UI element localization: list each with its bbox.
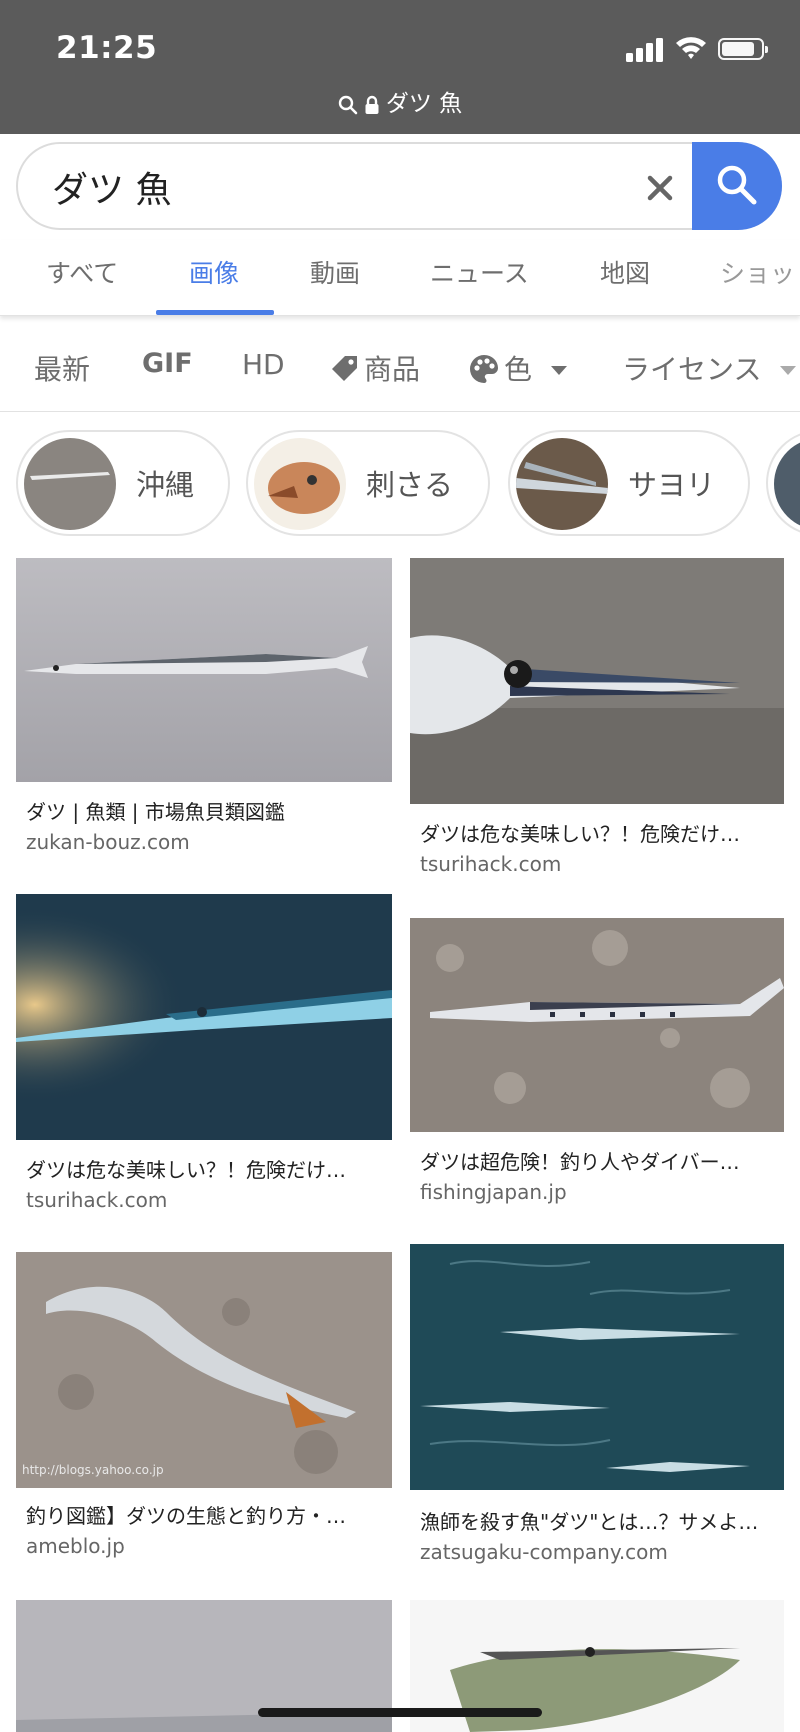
result-image[interactable] xyxy=(16,558,392,782)
chevron-down-icon xyxy=(780,366,797,375)
result-card[interactable]: ダツは超危険！釣り人やダイバー… fishingjapan.jp xyxy=(410,918,784,1210)
tab-news[interactable]: ニュース xyxy=(430,254,529,290)
chip-thumbnail xyxy=(774,438,800,530)
url-bar[interactable]: ダツ 魚 xyxy=(0,84,800,118)
result-domain: tsurihack.com xyxy=(26,1188,168,1212)
result-title[interactable]: ダツは超危険！釣り人やダイバー… xyxy=(420,1146,776,1175)
chip-thumbnail xyxy=(24,438,116,530)
search-box xyxy=(16,142,782,230)
clear-icon[interactable] xyxy=(634,162,686,214)
filter-hd[interactable]: HD xyxy=(242,348,285,381)
svg-text:http://blogs.yahoo.co.jp: http://blogs.yahoo.co.jp xyxy=(22,1463,164,1477)
chip-sayori[interactable]: サヨリ xyxy=(508,430,750,536)
result-title[interactable]: ダツは危な美味しい？！危険だけ… xyxy=(420,818,776,847)
chip-thumbnail xyxy=(254,438,346,530)
result-card[interactable]: ダツ | 魚類 | 市場魚貝類図鑑 zukan-bouz.com xyxy=(16,558,392,858)
chip-stab[interactable]: 刺さる xyxy=(246,430,490,536)
chip-label: 刺さる xyxy=(366,468,454,502)
filter-bar: 最新 GIF HD 商品 色 ライセンス xyxy=(0,322,800,412)
result-image[interactable] xyxy=(16,894,392,1140)
result-domain: fishingjapan.jp xyxy=(420,1180,567,1204)
battery-level xyxy=(722,42,754,56)
tag-icon xyxy=(332,356,357,381)
battery-icon xyxy=(718,38,768,60)
url-text: ダツ 魚 xyxy=(385,91,463,117)
result-card[interactable]: http://blogs.yahoo.co.jp 釣り図鑑】ダツの生態と釣り方・… xyxy=(16,1252,392,1558)
tab-shopping[interactable]: ショッ xyxy=(720,254,795,290)
chip-thumbnail xyxy=(516,438,608,530)
filter-license-label: ライセンス xyxy=(622,353,762,386)
result-domain: tsurihack.com xyxy=(420,852,562,876)
home-indicator[interactable] xyxy=(258,1708,542,1717)
filter-color-label: 色 xyxy=(504,353,533,386)
result-image[interactable] xyxy=(410,918,784,1132)
result-card[interactable]: 漁師を殺す魚"ダツ"とは…？サメよ… zatsugaku-company.com xyxy=(410,1244,784,1564)
filter-latest[interactable]: 最新 xyxy=(34,348,90,388)
chip-label: 沖縄 xyxy=(136,468,195,502)
chevron-down-icon xyxy=(550,366,567,375)
search-icon xyxy=(338,95,358,114)
result-domain: zatsugaku-company.com xyxy=(420,1540,668,1564)
tab-videos[interactable]: 動画 xyxy=(310,254,360,290)
status-bar: 21:25 ダツ 魚 xyxy=(0,0,800,134)
result-domain: ameblo.jp xyxy=(26,1534,125,1558)
wifi-icon xyxy=(676,37,706,59)
result-title[interactable]: 釣り図鑑】ダツの生態と釣り方・… xyxy=(26,1500,386,1529)
lock-icon xyxy=(365,95,379,114)
filter-color[interactable]: 色 xyxy=(468,348,567,388)
search-tabs: すべて 画像 動画 ニュース 地図 ショッ xyxy=(0,240,800,316)
result-image[interactable] xyxy=(410,1244,784,1490)
clock: 21:25 xyxy=(56,30,158,66)
palette-icon xyxy=(470,355,498,383)
result-title[interactable]: ダツ | 魚類 | 市場魚貝類図鑑 xyxy=(26,796,386,825)
filter-gif[interactable]: GIF xyxy=(142,348,193,379)
filter-products-label: 商品 xyxy=(364,353,421,386)
chip-label: サヨリ xyxy=(628,468,716,502)
search-input[interactable] xyxy=(52,158,612,216)
tab-images[interactable]: 画像 xyxy=(189,254,239,290)
result-domain: zukan-bouz.com xyxy=(26,830,190,854)
search-bar xyxy=(16,142,782,230)
active-tab-indicator xyxy=(156,310,274,315)
tab-maps[interactable]: 地図 xyxy=(600,254,650,290)
result-card[interactable]: ダツは危な美味しい？！危険だけ… tsurihack.com xyxy=(16,894,392,1220)
filter-license[interactable]: ライセンス xyxy=(622,348,797,388)
search-icon xyxy=(717,165,757,205)
result-card[interactable]: ダツは危な美味しい？！危険だけ… tsurihack.com xyxy=(410,558,784,884)
chip-more[interactable] xyxy=(766,430,800,536)
result-title[interactable]: 漁師を殺す魚"ダツ"とは…？サメよ… xyxy=(420,1506,776,1535)
tab-all[interactable]: すべて xyxy=(46,254,118,290)
search-button[interactable] xyxy=(692,142,782,230)
result-title[interactable]: ダツは危な美味しい？！危険だけ… xyxy=(26,1154,386,1183)
chip-okinawa[interactable]: 沖縄 xyxy=(16,430,230,536)
filter-products[interactable]: 商品 xyxy=(330,348,420,388)
result-image[interactable] xyxy=(410,558,784,804)
cellular-signal-icon xyxy=(626,36,664,62)
result-image[interactable]: http://blogs.yahoo.co.jp xyxy=(16,1252,392,1488)
related-searches: 沖縄 刺さる サヨリ xyxy=(0,430,800,538)
